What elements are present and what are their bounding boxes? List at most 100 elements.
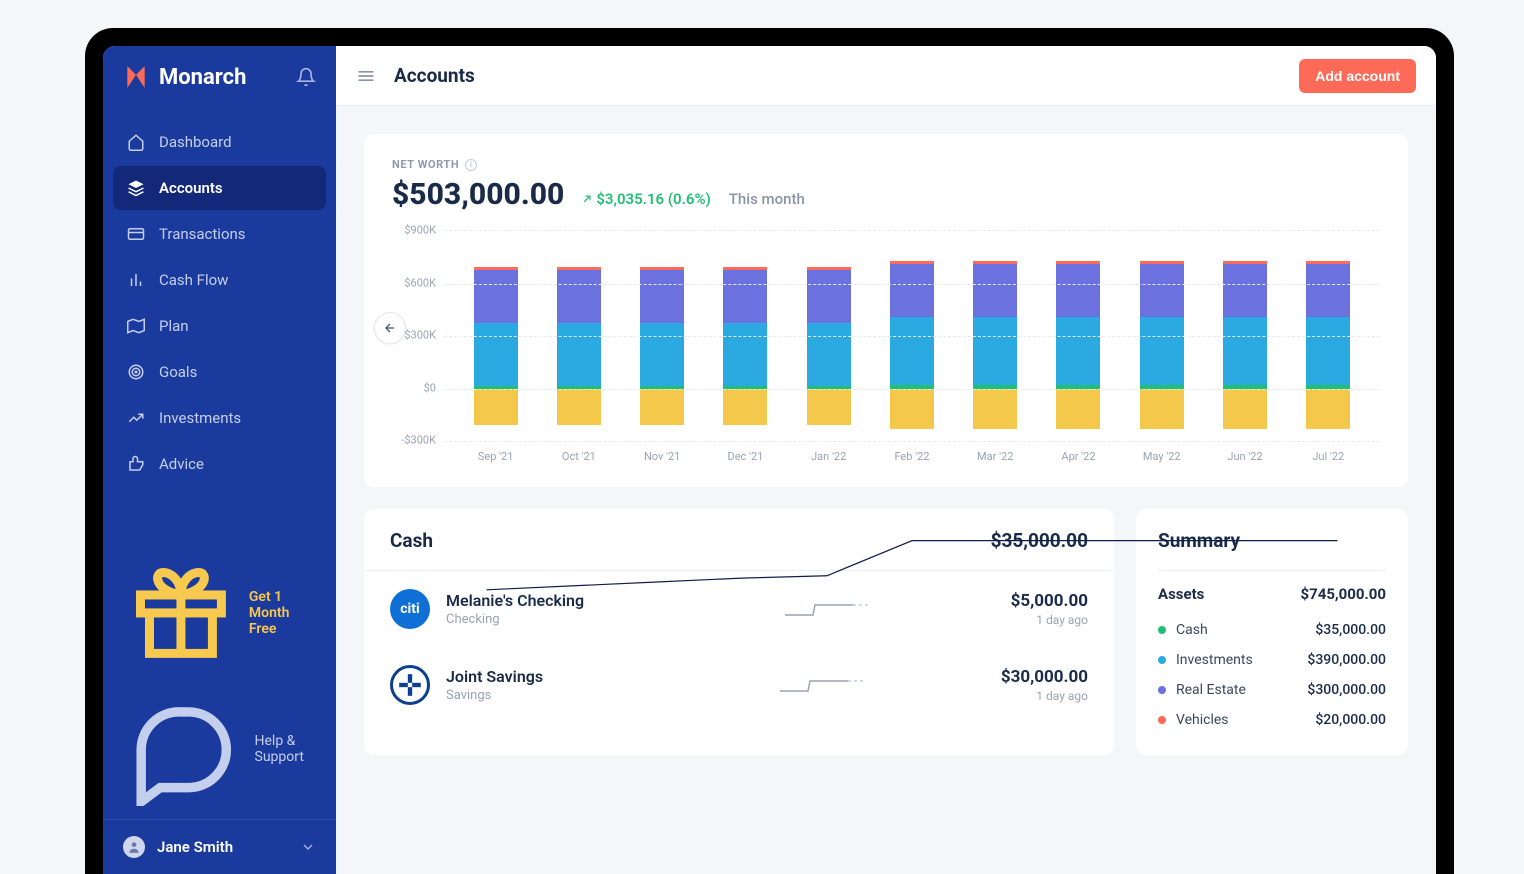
account-updated: 1 day ago <box>1011 613 1088 627</box>
summary-value: $390,000.00 <box>1307 652 1386 668</box>
topbar: Accounts Add account <box>336 46 1436 106</box>
bar-chart-icon <box>127 271 145 289</box>
chat-icon <box>127 693 241 807</box>
y-tick: -$300K <box>401 434 436 447</box>
citi-logo-icon: citi <box>390 589 430 629</box>
x-axis: Sep '21Oct '21Nov '21Dec '21Jan '22Feb '… <box>392 440 1380 463</box>
cash-title: Cash <box>390 529 433 552</box>
x-tick: Jul '22 <box>1306 450 1350 463</box>
summary-row: Investments $390,000.00 <box>1158 645 1386 675</box>
layers-icon <box>127 179 145 197</box>
x-tick: Dec '21 <box>723 450 767 463</box>
summary-label: Cash <box>1176 622 1208 638</box>
trending-up-icon <box>127 409 145 427</box>
nav-item-investments[interactable]: Investments <box>113 396 326 440</box>
x-tick: Sep '21 <box>474 450 518 463</box>
net-worth-period: This month <box>729 190 805 208</box>
assets-total: $745,000.00 <box>1301 585 1387 603</box>
nav-label: Accounts <box>159 179 223 197</box>
x-tick: Apr '22 <box>1056 450 1100 463</box>
avatar-icon <box>123 836 145 858</box>
monarch-logo-icon <box>123 64 149 90</box>
account-name: Joint Savings <box>446 667 646 686</box>
cash-card: Cash $35,000.00 citi Melanie's Checking Ch… <box>364 509 1114 755</box>
summary-row: Cash $35,000.00 <box>1158 615 1386 645</box>
nav-label: Advice <box>159 455 204 473</box>
cash-total: $35,000.00 <box>991 529 1088 552</box>
account-subtype: Savings <box>446 688 646 703</box>
page-title: Accounts <box>394 64 475 87</box>
legend-dot-icon <box>1158 686 1166 694</box>
legend-dot-icon <box>1158 626 1166 634</box>
summary-row: Real Estate $300,000.00 <box>1158 675 1386 705</box>
summary-label: Real Estate <box>1176 682 1246 698</box>
sidebar: Monarch Dashboard Accounts Transactions <box>103 46 336 874</box>
nav-item-cashflow[interactable]: Cash Flow <box>113 258 326 302</box>
info-icon[interactable]: i <box>465 159 477 171</box>
arrow-up-right-icon <box>582 194 592 204</box>
sparkline <box>662 670 985 700</box>
account-row[interactable]: Joint Savings Savings $30,000.00 1 day ago <box>364 647 1114 723</box>
user-menu[interactable]: Jane Smith <box>103 819 336 874</box>
summary-label: Investments <box>1176 652 1253 668</box>
nav-label: Transactions <box>159 225 246 243</box>
nav-item-accounts[interactable]: Accounts <box>113 166 326 210</box>
y-tick: $600K <box>404 276 436 289</box>
account-balance: $30,000.00 <box>1001 667 1088 687</box>
y-tick: $900K <box>404 224 436 237</box>
home-icon <box>127 133 145 151</box>
gift-icon <box>127 559 235 667</box>
chevron-down-icon <box>300 839 316 855</box>
summary-card: Summary Assets $745,000.00 Cash $35,000.0… <box>1136 509 1408 755</box>
net-worth-label: NET WORTH i <box>392 158 1380 171</box>
x-tick: Feb '22 <box>890 450 934 463</box>
brand-name: Monarch <box>159 65 246 90</box>
summary-value: $35,000.00 <box>1315 622 1386 638</box>
add-account-button[interactable]: Add account <box>1299 59 1416 93</box>
chase-logo-icon <box>390 665 430 705</box>
promo-label: Get 1 Month Free <box>249 589 312 637</box>
nav: Dashboard Accounts Transactions Cash Flo… <box>103 110 336 498</box>
nav-item-plan[interactable]: Plan <box>113 304 326 348</box>
account-balance: $5,000.00 <box>1011 591 1088 611</box>
nav-label: Goals <box>159 363 197 381</box>
summary-value: $20,000.00 <box>1315 712 1386 728</box>
y-tick: $300K <box>404 329 436 342</box>
sparkline <box>662 594 995 624</box>
assets-label: Assets <box>1158 585 1204 603</box>
account-name: Melanie's Checking <box>446 591 646 610</box>
menu-icon[interactable] <box>356 66 376 86</box>
net-worth-card: NET WORTH i $503,000.00 $3,035.16 (0.6%)… <box>364 134 1408 487</box>
promo-link[interactable]: Get 1 Month Free <box>113 546 326 680</box>
card-icon <box>127 225 145 243</box>
target-icon <box>127 363 145 381</box>
x-tick: Jun '22 <box>1223 450 1267 463</box>
nav-item-goals[interactable]: Goals <box>113 350 326 394</box>
nav-item-advice[interactable]: Advice <box>113 442 326 486</box>
account-row[interactable]: citi Melanie's Checking Checking $5,000.00 1… <box>364 571 1114 647</box>
notifications-icon[interactable] <box>296 67 316 87</box>
legend-dot-icon <box>1158 716 1166 724</box>
account-updated: 1 day ago <box>1001 689 1088 703</box>
nav-label: Dashboard <box>159 133 232 151</box>
x-tick: Jan '22 <box>807 450 851 463</box>
nav-item-transactions[interactable]: Transactions <box>113 212 326 256</box>
net-worth-delta: $3,035.16 (0.6%) <box>582 190 710 208</box>
y-tick: $0 <box>424 381 436 394</box>
summary-row: Vehicles $20,000.00 <box>1158 705 1386 735</box>
x-tick: Nov '21 <box>640 450 684 463</box>
summary-title: Summary <box>1158 529 1386 571</box>
y-axis: $900K$600K$300K$0-$300K <box>392 230 444 440</box>
summary-label: Vehicles <box>1176 712 1229 728</box>
nav-item-dashboard[interactable]: Dashboard <box>113 120 326 164</box>
net-worth-value: $503,000.00 <box>392 177 564 212</box>
user-name: Jane Smith <box>157 838 233 856</box>
x-tick: Mar '22 <box>973 450 1017 463</box>
account-subtype: Checking <box>446 612 646 627</box>
help-link[interactable]: Help & Support <box>113 680 326 820</box>
summary-value: $300,000.00 <box>1307 682 1386 698</box>
legend-dot-icon <box>1158 656 1166 664</box>
nav-label: Cash Flow <box>159 271 228 289</box>
brand[interactable]: Monarch <box>123 64 246 90</box>
x-tick: May '22 <box>1140 450 1184 463</box>
